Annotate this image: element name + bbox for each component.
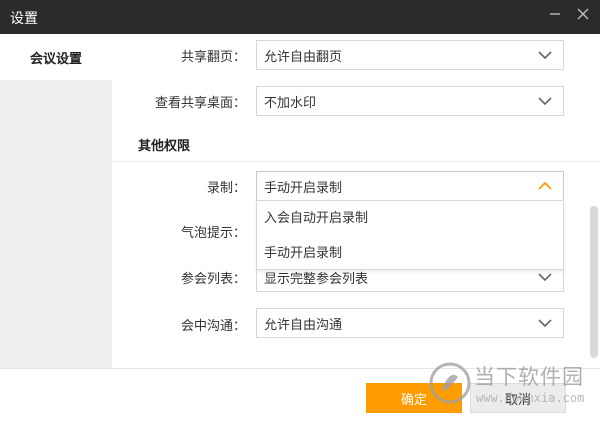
cancel-button[interactable]: 取消 bbox=[470, 383, 566, 413]
recording-dropdown: 入会自动开启录制 手动开启录制 bbox=[256, 200, 564, 270]
bubble-tip-label: 气泡提示： bbox=[180, 226, 246, 241]
chevron-down-icon bbox=[538, 273, 552, 282]
chevron-down-icon bbox=[538, 97, 552, 106]
sidebar: 会议设置 bbox=[0, 34, 112, 368]
chevron-down-icon bbox=[538, 51, 552, 60]
share-page-value: 允许自由翻页 bbox=[264, 49, 343, 65]
chevron-down-icon bbox=[538, 319, 552, 328]
in-meeting-chat-select[interactable]: 允许自由沟通 bbox=[256, 308, 564, 338]
window-title: 设置 bbox=[10, 11, 38, 27]
cancel-button-label: 取消 bbox=[504, 392, 531, 408]
ok-button-label: 确定 bbox=[400, 392, 427, 408]
sidebar-item-label: 会议设置 bbox=[29, 51, 82, 67]
view-share-desktop-select[interactable]: 不加水印 bbox=[256, 86, 564, 116]
in-meeting-chat-label: 会中沟通： bbox=[180, 319, 246, 334]
close-icon bbox=[577, 8, 589, 20]
in-meeting-chat-value: 允许自由沟通 bbox=[264, 317, 343, 333]
section-title-other-permissions: 其他权限 bbox=[138, 139, 191, 154]
recording-value: 手动开启录制 bbox=[264, 180, 343, 196]
chevron-up-icon bbox=[538, 181, 552, 190]
recording-label: 录制： bbox=[206, 181, 246, 196]
sidebar-item-meeting-settings[interactable]: 会议设置 bbox=[0, 34, 112, 80]
minimize-button[interactable] bbox=[540, 2, 570, 26]
share-page-select[interactable]: 允许自由翻页 bbox=[256, 40, 564, 70]
share-page-label: 共享翻页： bbox=[180, 50, 246, 65]
section-divider bbox=[112, 161, 600, 162]
scrollbar-thumb[interactable] bbox=[590, 206, 598, 358]
close-button[interactable] bbox=[568, 2, 598, 26]
dropdown-option-auto-record[interactable]: 入会自动开启录制 bbox=[257, 201, 563, 236]
view-share-desktop-label: 查看共享桌面： bbox=[154, 96, 246, 111]
title-bar: 设置 bbox=[0, 0, 600, 34]
recording-select[interactable]: 手动开启录制 bbox=[256, 171, 564, 201]
minimize-icon bbox=[550, 13, 560, 15]
attendee-list-label: 参会列表： bbox=[180, 272, 246, 287]
dropdown-option-manual-record[interactable]: 手动开启录制 bbox=[257, 236, 563, 271]
ok-button[interactable]: 确定 bbox=[366, 383, 462, 413]
view-share-desktop-value: 不加水印 bbox=[264, 95, 317, 111]
